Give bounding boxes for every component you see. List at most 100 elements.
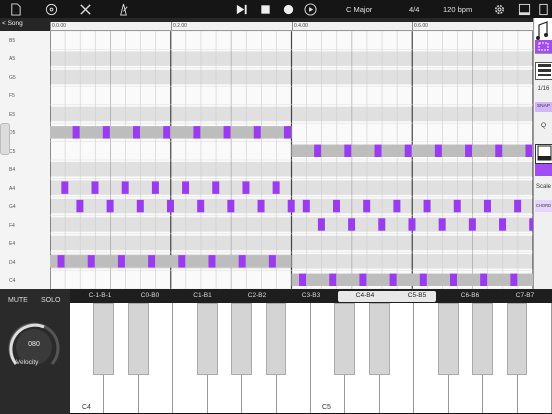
black-key[interactable] <box>506 303 528 375</box>
note[interactable] <box>197 199 205 213</box>
note[interactable] <box>253 126 261 139</box>
metronome-icon[interactable] <box>116 2 130 16</box>
black-key[interactable] <box>334 303 356 375</box>
octave-range[interactable]: C2-B2 <box>232 292 282 299</box>
note[interactable] <box>393 199 401 213</box>
note[interactable] <box>242 181 250 194</box>
play-to-end-icon[interactable] <box>234 2 248 16</box>
note[interactable] <box>182 181 190 194</box>
note[interactable] <box>363 199 371 213</box>
select-tool-icon[interactable] <box>535 40 552 54</box>
note[interactable] <box>212 181 220 194</box>
note[interactable] <box>272 181 280 194</box>
octave-range[interactable]: C3-B3 <box>286 292 336 299</box>
octave-range[interactable]: C1-B1 <box>180 292 225 299</box>
octave-range[interactable]: C-1-B-1 <box>75 292 125 299</box>
note[interactable] <box>374 144 382 157</box>
octave-range[interactable]: C0-B0 <box>125 292 175 299</box>
octave-range[interactable]: C7-B7 <box>500 292 550 299</box>
note[interactable] <box>495 144 503 157</box>
keyboard-view-icon[interactable] <box>535 144 552 164</box>
note[interactable] <box>61 181 69 194</box>
note[interactable] <box>117 255 125 268</box>
note[interactable] <box>287 199 295 213</box>
tools-icon[interactable] <box>78 2 92 16</box>
note[interactable] <box>499 218 507 231</box>
note[interactable] <box>133 126 141 139</box>
note[interactable] <box>268 255 276 268</box>
note[interactable] <box>359 273 367 286</box>
note[interactable] <box>423 199 431 213</box>
note[interactable] <box>102 126 110 139</box>
note[interactable] <box>404 144 412 157</box>
octave-range-selected[interactable]: C4-B4 <box>340 292 390 299</box>
black-key[interactable] <box>196 303 218 375</box>
color-swatch[interactable] <box>535 164 552 176</box>
tempo-display[interactable]: 120 bpm <box>443 5 472 14</box>
note[interactable] <box>193 126 201 139</box>
note[interactable] <box>333 199 341 213</box>
grid-resolution-value[interactable]: 1/16 <box>535 86 552 92</box>
note[interactable] <box>151 181 159 194</box>
note[interactable] <box>166 199 174 213</box>
new-document-icon[interactable] <box>8 2 22 16</box>
note[interactable] <box>465 144 473 157</box>
note-icon[interactable] <box>535 18 552 41</box>
timeline-ruler[interactable]: 0.0.00 0.2.00 0.4.00 0.6.00 <box>50 22 533 31</box>
record-icon[interactable] <box>281 2 295 16</box>
note[interactable] <box>453 199 461 213</box>
black-key[interactable] <box>265 303 287 375</box>
note[interactable] <box>208 255 216 268</box>
note[interactable] <box>148 255 156 268</box>
time-signature-display[interactable]: 4/4 <box>409 5 419 14</box>
note[interactable] <box>87 255 95 268</box>
note[interactable] <box>223 126 231 139</box>
snap-toggle[interactable]: SNAP <box>535 102 552 112</box>
octave-range[interactable]: C5-B5 <box>392 292 442 299</box>
note[interactable] <box>317 218 325 231</box>
piano-roll-grid[interactable] <box>50 31 533 289</box>
note[interactable] <box>408 218 416 231</box>
chord-toggle[interactable]: CHORD <box>535 200 552 212</box>
note[interactable] <box>136 199 144 213</box>
key-display[interactable]: C Major <box>346 5 372 14</box>
note[interactable] <box>163 126 171 139</box>
octave-selector[interactable]: C-1-B-1 C0-B0 C1-B1 C2-B2 C3-B3 C4-B4 C5… <box>70 290 552 303</box>
note[interactable] <box>238 255 246 268</box>
scale-button[interactable]: Scale <box>535 184 552 190</box>
note[interactable] <box>525 144 533 157</box>
black-key[interactable] <box>93 303 115 375</box>
black-key[interactable] <box>368 303 390 375</box>
note[interactable] <box>348 218 356 231</box>
note[interactable] <box>514 199 522 213</box>
quantize-button[interactable]: Q <box>535 122 552 129</box>
note[interactable] <box>227 199 235 213</box>
note[interactable] <box>438 218 446 231</box>
note[interactable] <box>468 218 476 231</box>
black-key[interactable] <box>472 303 494 375</box>
note[interactable] <box>434 144 442 157</box>
note[interactable] <box>480 273 488 286</box>
piano-keyboard[interactable]: C4 C5 <box>70 303 552 414</box>
panel-icon[interactable] <box>536 2 550 16</box>
note[interactable] <box>389 273 397 286</box>
note[interactable] <box>378 218 386 231</box>
note[interactable] <box>283 126 291 139</box>
note[interactable] <box>72 126 80 139</box>
black-key[interactable] <box>437 303 459 375</box>
note[interactable] <box>449 273 457 286</box>
note[interactable] <box>314 144 322 157</box>
note[interactable] <box>302 199 310 213</box>
disc-icon[interactable] <box>44 2 58 16</box>
note[interactable] <box>106 199 114 213</box>
octave-range[interactable]: C6-B6 <box>445 292 495 299</box>
note[interactable] <box>344 144 352 157</box>
black-key[interactable] <box>231 303 253 375</box>
window-icon[interactable] <box>517 2 531 16</box>
note[interactable] <box>121 181 129 194</box>
note[interactable] <box>299 273 307 286</box>
scroll-handle[interactable] <box>0 123 10 155</box>
piano-roll-icon[interactable] <box>535 62 552 80</box>
note[interactable] <box>178 255 186 268</box>
solo-button[interactable]: SOLO <box>41 297 60 304</box>
